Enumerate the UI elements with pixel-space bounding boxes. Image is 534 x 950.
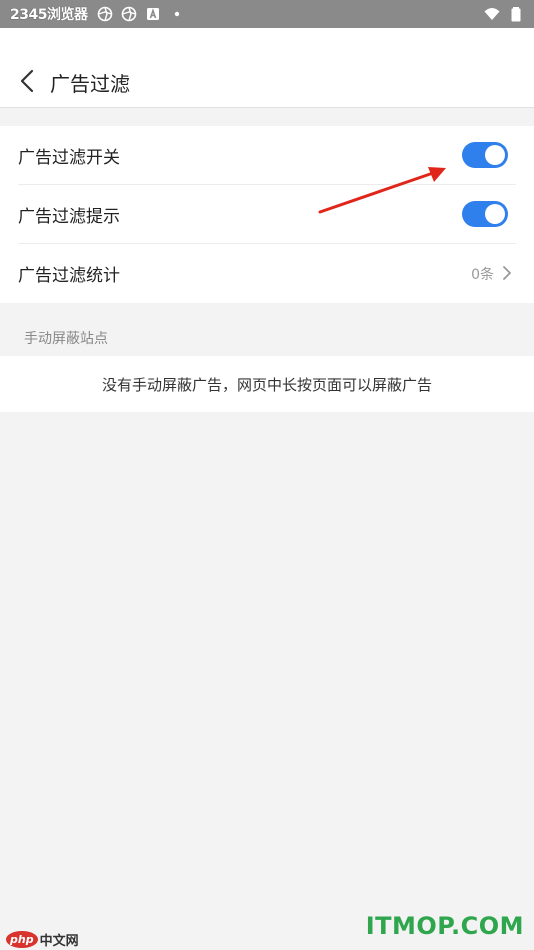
- back-button[interactable]: [14, 66, 40, 96]
- status-left-icons: [97, 6, 185, 22]
- ad-filter-stats-row[interactable]: 广告过滤统计 0条: [18, 244, 516, 303]
- dot-icon: [169, 6, 185, 22]
- manual-block-empty-text: 没有手动屏蔽广告，网页中长按页面可以屏蔽广告: [101, 375, 432, 394]
- aperture-icon: [121, 6, 137, 22]
- php-watermark-suffix: 中文网: [39, 934, 79, 949]
- toggle-knob: [485, 204, 505, 224]
- navigation-bar: 广告过滤: [0, 28, 534, 108]
- wifi-icon: [484, 6, 500, 22]
- a-badge-icon: [145, 6, 161, 22]
- php-watermark: php 中文网: [6, 930, 79, 949]
- ad-filter-tip-row[interactable]: 广告过滤提示: [18, 185, 516, 244]
- ad-filter-tip-label: 广告过滤提示: [18, 206, 120, 227]
- ad-filter-stats-count: 0条: [471, 267, 494, 283]
- chevron-left-icon: [20, 69, 34, 93]
- status-bar: 2345浏览器: [0, 0, 534, 28]
- battery-icon: [508, 6, 524, 22]
- php-logo: php: [6, 931, 38, 948]
- status-right-icons: [484, 6, 524, 22]
- ad-filter-stats-label: 广告过滤统计: [18, 266, 120, 286]
- ad-filter-switch-row[interactable]: 广告过滤开关: [18, 126, 516, 185]
- chevron-right-icon: [503, 266, 511, 280]
- status-app-name: 2345浏览器: [10, 7, 88, 23]
- page-title: 广告过滤: [50, 72, 130, 96]
- settings-group: 广告过滤开关 广告过滤提示 广告过滤统计 0条: [0, 126, 534, 303]
- itmop-watermark: ITMOP.COM: [365, 912, 524, 940]
- aperture-icon: [97, 6, 113, 22]
- manual-block-empty-panel: 没有手动屏蔽广告，网页中长按页面可以屏蔽广告: [0, 356, 534, 412]
- ad-filter-tip-toggle[interactable]: [462, 201, 508, 227]
- ad-filter-switch-toggle[interactable]: [462, 142, 508, 168]
- manual-block-section-title: 手动屏蔽站点: [24, 331, 108, 347]
- ad-filter-switch-label: 广告过滤开关: [18, 147, 120, 168]
- toggle-knob: [485, 145, 505, 165]
